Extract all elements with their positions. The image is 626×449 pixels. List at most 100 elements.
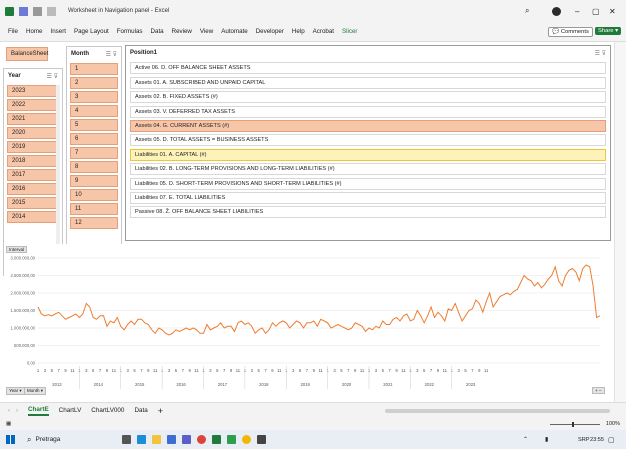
tab-data[interactable]: Data (134, 407, 147, 414)
month-slicer-item[interactable]: 10 (70, 189, 118, 201)
tab-chartlv[interactable]: ChartLV (59, 407, 82, 414)
position-slicer-item[interactable]: Assets 03. V. DEFERRED TAX ASSETS (130, 105, 606, 118)
year-slicer-item[interactable]: 2021 (7, 113, 59, 125)
month-slicer-item[interactable]: 6 (70, 133, 118, 145)
chart-expand-button[interactable]: + − (592, 387, 605, 394)
month-slicer-item[interactable]: 7 (70, 147, 118, 159)
year-slicer-item[interactable]: 2023 (7, 85, 59, 97)
app-icon-1[interactable] (227, 435, 237, 444)
menu-file[interactable]: File (8, 28, 18, 35)
year-slicer-item[interactable]: 2017 (7, 169, 59, 181)
position-slicer-item[interactable]: Liabilities 01. A. CAPITAL (#) (130, 148, 606, 161)
menu-insert[interactable]: Insert (51, 28, 66, 35)
chart-filter-year[interactable]: Year ▾ (6, 387, 25, 395)
tab-chartlv000[interactable]: ChartLV000 (91, 407, 124, 414)
year-slicer-item[interactable]: 2022 (7, 99, 59, 111)
x-month-tick: 5 (340, 368, 343, 373)
month-slicer-item[interactable]: 3 (70, 91, 118, 103)
menu-page-layout[interactable]: Page Layout (74, 28, 109, 35)
network-icon[interactable]: ▮ (545, 436, 548, 443)
menu-developer[interactable]: Developer (256, 28, 284, 35)
year-slicer-item[interactable]: 2019 (7, 141, 59, 153)
month-slicer-item[interactable]: 1 (70, 63, 118, 75)
year-slicer-item[interactable]: 2014 (7, 211, 59, 223)
menu-data[interactable]: Data (151, 28, 164, 35)
position-slicer-item[interactable]: Active 06. D. OFF BALANCE SHEET ASSETS (130, 62, 606, 75)
explorer-icon[interactable] (152, 435, 162, 444)
share-button[interactable]: Share ▾ (595, 27, 621, 35)
task-view-icon[interactable] (122, 435, 132, 444)
month-slicer-item[interactable]: 12 (70, 217, 118, 229)
position-slicer-item[interactable]: Assets 04. G. CURRENT ASSETS (#) (130, 119, 606, 132)
position-slicer-item[interactable]: Assets 01. A. SUBSCRIBED AND UNPAID CAPI… (130, 76, 606, 89)
menu-formulas[interactable]: Formulas (117, 28, 143, 35)
month-slicer-item-label: 10 (75, 192, 82, 198)
month-slicer-item-label: 5 (75, 122, 79, 128)
language-indicator[interactable]: SRP (578, 437, 590, 443)
tray-chevron-icon[interactable]: ⌃ (523, 436, 528, 443)
edge-icon[interactable] (137, 435, 147, 444)
prev-sheet-icon[interactable]: ‹ (8, 408, 10, 414)
menu-home[interactable]: Home (26, 28, 43, 35)
app-icon-2[interactable] (242, 435, 252, 444)
menu-automate[interactable]: Automate (221, 28, 247, 35)
month-slicer-item[interactable]: 11 (70, 203, 118, 215)
interval-legend-button[interactable]: Interval (6, 246, 28, 253)
year-slicer-item[interactable]: 2015 (7, 197, 59, 209)
month-slicer-item[interactable]: 4 (70, 105, 118, 117)
horizontal-scrollbar[interactable] (385, 409, 610, 413)
chrome-icon[interactable] (197, 435, 207, 444)
tab-charte[interactable]: ChartE (28, 406, 49, 416)
excel-taskbar-icon[interactable] (212, 435, 222, 444)
minimize-icon[interactable]: – (575, 7, 579, 16)
windows-start-icon[interactable] (6, 435, 15, 444)
chart-filter-month[interactable]: Month ▾ (24, 387, 47, 395)
sheet-tabs: ‹ › ChartE ChartLV ChartLV000 Data + (0, 402, 626, 418)
comments-button[interactable]: 💬 Comments (548, 27, 593, 37)
balance-sheet-button[interactable]: BalanceSheet (6, 47, 48, 61)
x-month-tick: 7 (389, 368, 392, 373)
taskbar-search-input[interactable]: Pretraga (35, 436, 60, 443)
redo-icon[interactable] (47, 6, 56, 16)
menu-help[interactable]: Help (292, 28, 305, 35)
month-slicer-item[interactable]: 9 (70, 175, 118, 187)
position-slicer-item[interactable]: Liabilities 02. B. LONG-TERM PROVISIONS … (130, 163, 606, 176)
position-slicer-item[interactable]: Assets 02. B. FIXED ASSETS (#) (130, 91, 606, 104)
taskbar-search-icon[interactable]: ⌕ (27, 435, 31, 445)
position-slicer: Position1 ☰ ⊽ Active 06. D. OFF BALANCE … (125, 45, 611, 241)
clear-filter-icon[interactable]: ⊽ (54, 74, 58, 80)
menu-acrobat[interactable]: Acrobat (313, 28, 334, 35)
maximize-icon[interactable]: ▢ (592, 7, 600, 16)
menu-review[interactable]: Review (172, 28, 192, 35)
position-slicer-item[interactable]: Liabilities 07. E. TOTAL LIABILITIES (130, 191, 606, 204)
clock[interactable]: 23:55 (590, 437, 604, 443)
undo-icon[interactable] (33, 6, 42, 16)
x-month-tick: 3 (85, 368, 88, 373)
month-slicer-item[interactable]: 5 (70, 119, 118, 131)
year-slicer-item[interactable]: 2020 (7, 127, 59, 139)
teams-icon[interactable] (182, 435, 192, 444)
search-icon[interactable]: ⌕ (525, 6, 529, 16)
close-icon[interactable]: ✕ (609, 7, 616, 16)
x-month-tick: 11 (70, 368, 75, 373)
position-slicer-item[interactable]: Passive 08. Ž. OFF BALANCE SHEET LIABILI… (130, 206, 606, 219)
next-sheet-icon[interactable]: › (16, 408, 18, 414)
year-slicer-item[interactable]: 2018 (7, 155, 59, 167)
x-month-tick: 3 (209, 368, 212, 373)
month-slicer-item[interactable]: 2 (70, 77, 118, 89)
menu-slicer[interactable]: Slicer (342, 28, 357, 35)
notification-icon[interactable]: ▢ (608, 436, 615, 444)
app-icon-3[interactable] (257, 435, 267, 444)
vertical-scrollbar[interactable] (614, 42, 626, 402)
menu-view[interactable]: View (200, 28, 213, 35)
position-slicer-item[interactable]: Assets 05. D. TOTAL ASSETS = BUSINESS AS… (130, 134, 606, 147)
month-slicer-item[interactable]: 8 (70, 161, 118, 173)
month-slicer-list: 1 2 3 4 5 6 7 8 9 10 11 12 (67, 63, 121, 229)
add-sheet-icon[interactable]: + (158, 406, 163, 416)
zoom-slider[interactable] (549, 421, 600, 427)
save-icon[interactable] (19, 6, 28, 16)
year-slicer-item[interactable]: 2016 (7, 183, 59, 195)
avatar[interactable] (552, 6, 561, 16)
position-slicer-item[interactable]: Liabilities 05. D. SHORT-TERM PROVISIONS… (130, 177, 606, 190)
store-icon[interactable] (167, 435, 177, 444)
